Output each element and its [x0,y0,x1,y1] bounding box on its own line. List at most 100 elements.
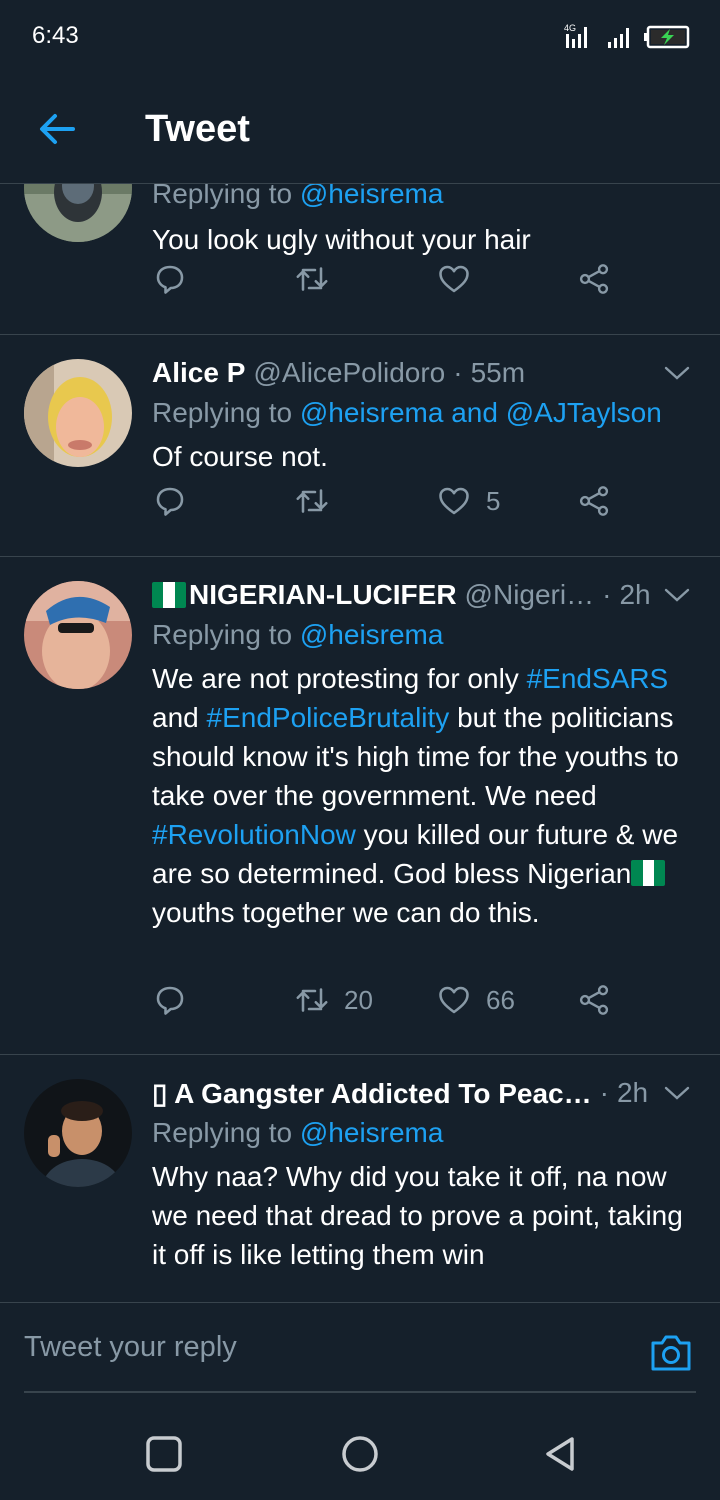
status-time: 6:43 [32,22,79,49]
reply-input[interactable]: Tweet your reply [24,1331,237,1364]
tweet-header: NIGERIAN-LUCIFER @Nigeri… · 2h [152,575,696,615]
like-icon [439,487,469,515]
nav-back-triangle-icon [546,1437,574,1471]
tweet-time: 2h [619,579,651,610]
avatar[interactable] [24,1079,132,1187]
reply-input-underline [24,1391,696,1393]
retweet-count: 20 [344,984,373,1015]
text-segment: youths together we can do this. [152,897,540,928]
like-button[interactable]: 66 [436,980,515,1020]
back-button[interactable] [30,102,84,156]
like-button[interactable]: 5 [436,481,500,521]
tweet-menu-button[interactable] [662,1073,692,1113]
tweet-menu-button[interactable] [662,575,692,615]
retweet-icon [296,988,328,1012]
share-icon [579,486,609,516]
status-icons: 4G [564,20,692,54]
battery-charging-icon [644,25,690,49]
home-button[interactable] [340,1434,380,1474]
share-button[interactable] [576,481,612,521]
replying-to-label: Replying to [152,1117,293,1148]
retweet-button[interactable] [294,481,330,521]
text-segment: and [152,702,207,733]
replying-to-link[interactable]: @heisrema and @AJTaylson [300,397,662,428]
chevron-down-icon [664,1086,690,1100]
like-count: 5 [486,485,501,516]
recents-button[interactable] [144,1434,184,1474]
retweet-button[interactable]: 20 [294,980,373,1020]
system-nav-bar [0,1406,720,1500]
display-name[interactable]: ▯ A Gangster Addicted To Peac… [152,1077,592,1110]
replying-to-link[interactable]: @heisrema [300,1117,444,1148]
tweet-text: Why naa? Why did you take it off, na now… [152,1161,683,1270]
replying-to: Replying to @heisrema and @AJTaylson [152,393,696,433]
replying-to: Replying to @heisrema [152,1113,696,1153]
text-segment: We are not protesting for only [152,663,527,694]
tweet[interactable]: ▯ A Gangster Addicted To Peac… · 2h Repl… [0,1055,720,1302]
user-handle[interactable]: @AlicePolidoro [253,357,445,389]
tweet-time: 55m [470,357,526,388]
retweet-icon [296,267,328,291]
back-arrow-icon [40,114,75,144]
display-name[interactable]: NIGERIAN-LUCIFER [189,579,457,611]
reply-button[interactable] [152,980,188,1020]
replying-to-label: Replying to [152,397,293,428]
camera-icon [651,1335,691,1371]
tweet[interactable]: NIGERIAN-LUCIFER @Nigeri… · 2h Replying … [0,557,720,1055]
share-button[interactable] [576,980,612,1020]
reply-bar: Tweet your reply [0,1302,720,1406]
hashtag-link[interactable]: #EndPoliceBrutality [207,702,450,733]
separator-dot: · [453,357,463,388]
hashtag-link[interactable]: #EndSARS [527,663,669,694]
tweet-actions: 5 [152,481,632,521]
tweet-time: 2h [616,1077,649,1108]
like-button[interactable] [436,259,472,299]
page-title: Tweet [145,108,250,150]
replying-to-link[interactable]: @heisrema [300,184,444,209]
avatar[interactable] [24,359,132,467]
replying-to-label: Replying to [152,184,293,209]
tweet-text: We are not protesting for only #EndSARS … [152,659,696,932]
back-nav-button[interactable] [540,1434,580,1474]
nav-square-icon [146,1436,182,1472]
hashtag-link[interactable]: #RevolutionNow [152,819,356,850]
reply-icon [156,986,184,1015]
tweet-header: ▯ A Gangster Addicted To Peac… · 2h [152,1073,696,1113]
user-handle[interactable]: @Nigeri… [465,579,595,611]
display-name[interactable]: Alice P [152,357,245,389]
separator-dot: · [602,579,612,610]
signal-icon [608,28,629,48]
retweet-button[interactable] [294,259,330,299]
nigeria-flag-icon [152,582,186,608]
nigeria-flag-icon [631,860,666,886]
status-bar: 6:43 4G [0,0,720,72]
share-icon [579,264,609,294]
tweet-header: Alice P @AlicePolidoro · 55m [152,353,696,393]
nav-circle-icon [342,1436,378,1472]
replying-to: Replying to @heisrema [152,615,696,655]
avatar[interactable] [24,581,132,689]
signal-icon: 4G [564,23,587,48]
replying-to-link[interactable]: @heisrema [300,619,444,650]
reply-button[interactable] [152,481,188,521]
tweet-text: You look ugly without your hair [152,224,531,255]
avatar[interactable] [24,184,132,242]
network-label: 4G [564,23,576,33]
tweet-feed[interactable]: Replying to @heisrema You look ugly with… [0,184,720,1302]
tweet-text: Of course not. [152,441,328,472]
replying-to: Replying to @heisrema [152,184,696,214]
header: Tweet [0,72,720,184]
tweet[interactable]: Alice P @AlicePolidoro · 55m Replying to… [0,335,720,557]
tweet-menu-button[interactable] [662,353,692,393]
reply-button[interactable] [152,259,188,299]
tweet-actions: 20 66 [152,980,632,1020]
separator-dot: · [599,1077,609,1108]
camera-button[interactable] [648,1329,694,1375]
share-button[interactable] [576,259,612,299]
like-count: 66 [486,984,515,1015]
replying-to-label: Replying to [152,619,293,650]
tweet[interactable]: Replying to @heisrema You look ugly with… [0,184,720,335]
retweet-icon [296,489,328,513]
chevron-down-icon [664,366,690,380]
reply-icon [156,265,184,294]
